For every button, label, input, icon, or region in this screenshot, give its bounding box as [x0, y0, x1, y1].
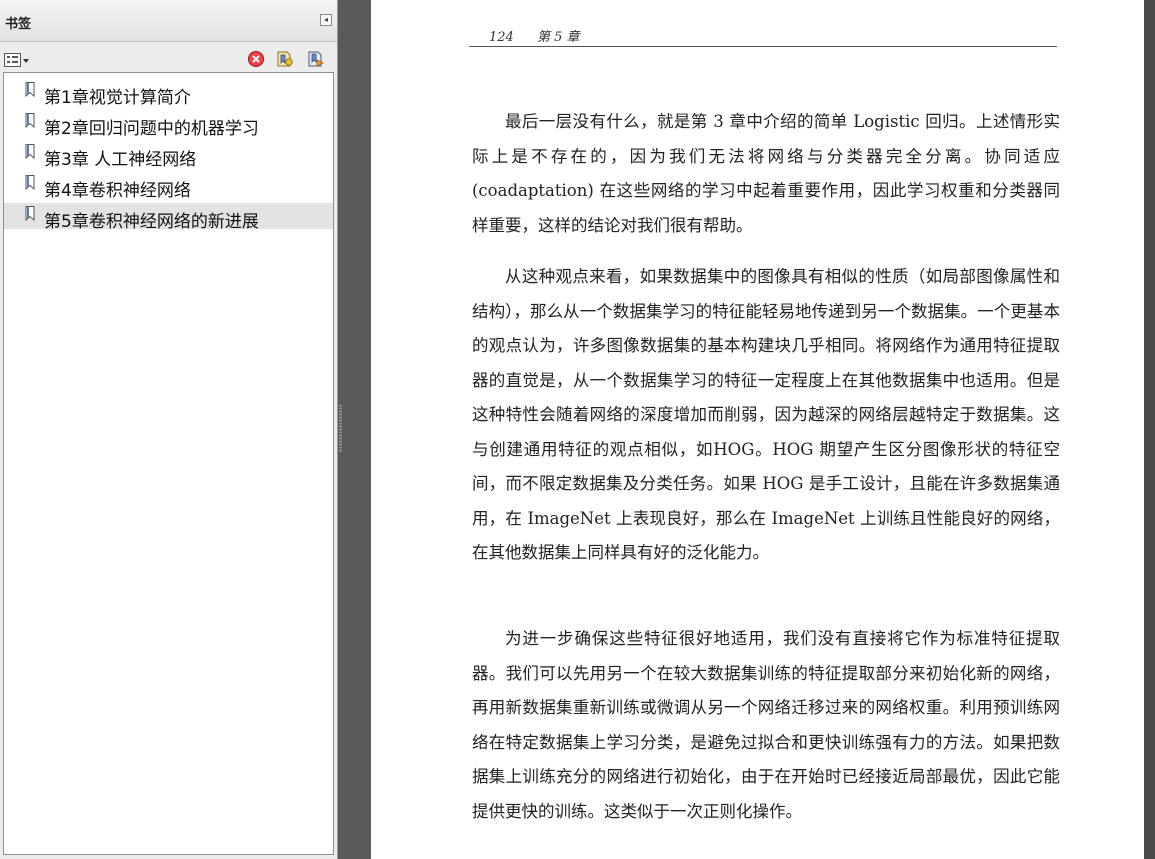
header-rule: [469, 46, 1057, 47]
bookmark-icon: [25, 144, 38, 160]
bookmark-icon: [25, 206, 38, 222]
delete-bookmark-icon[interactable]: [247, 50, 265, 68]
document-page: 124 第 5 章 最后一层没有什么，就是第 3 章中介绍的简单 Logistic…: [371, 0, 1144, 859]
panel-splitter[interactable]: [339, 405, 342, 453]
paragraph: 从这种观点来看，如果数据集中的图像具有相似的性质（如局部图像属性和结构），那么从…: [472, 267, 1060, 562]
panel-header: 书签 ◂: [0, 0, 337, 42]
paragraph: 为进一步确保这些特征很好地适用，我们没有直接将它作为标准特征提取器。我们可以先用…: [472, 629, 1060, 821]
bookmark-item-chapter-4[interactable]: 第4章卷积神经网络: [4, 172, 333, 201]
collapse-panel-button[interactable]: ◂: [320, 14, 332, 26]
bookmarks-toolbar: [0, 44, 337, 72]
bookmark-icon: [25, 82, 38, 98]
bookmark-label: 第2章回归问题中的机器学习: [44, 119, 259, 139]
page-scroll-edge: [1144, 0, 1155, 859]
bookmark-label: 第1章视觉计算简介: [44, 88, 191, 108]
bookmarks-panel: 书签 ◂ 第1章视觉计算简介 第2章回归问题中的机器学习 第3章 人工神经网络 …: [0, 0, 338, 859]
bookmark-tree: 第1章视觉计算简介 第2章回归问题中的机器学习 第3章 人工神经网络 第4章卷积…: [3, 72, 334, 855]
bookmark-label: 第4章卷积神经网络: [44, 181, 191, 201]
running-head: 124 第 5 章: [489, 26, 580, 45]
panel-title: 书签: [5, 17, 32, 32]
paragraph: 最后一层没有什么，就是第 3 章中介绍的简单 Logistic 回归。上述情形实…: [472, 112, 1060, 235]
page-number: 124: [489, 30, 514, 45]
bookmark-label: 第3章 人工神经网络: [44, 150, 197, 170]
bookmark-item-chapter-5[interactable]: 第5章卷积神经网络的新进展: [4, 203, 333, 232]
bookmark-icon: [25, 113, 38, 129]
new-bookmark-icon[interactable]: [276, 50, 294, 68]
bookmark-item-chapter-3[interactable]: 第3章 人工神经网络: [4, 141, 333, 170]
expand-bookmark-icon[interactable]: [307, 50, 325, 68]
chapter-title: 第 5 章: [537, 30, 580, 45]
bookmark-icon: [25, 175, 38, 191]
bookmark-item-chapter-1[interactable]: 第1章视觉计算简介: [4, 79, 333, 108]
bookmark-label: 第5章卷积神经网络的新进展: [44, 212, 259, 232]
options-menu-icon[interactable]: [4, 52, 30, 67]
bookmark-item-chapter-2[interactable]: 第2章回归问题中的机器学习: [4, 110, 333, 139]
